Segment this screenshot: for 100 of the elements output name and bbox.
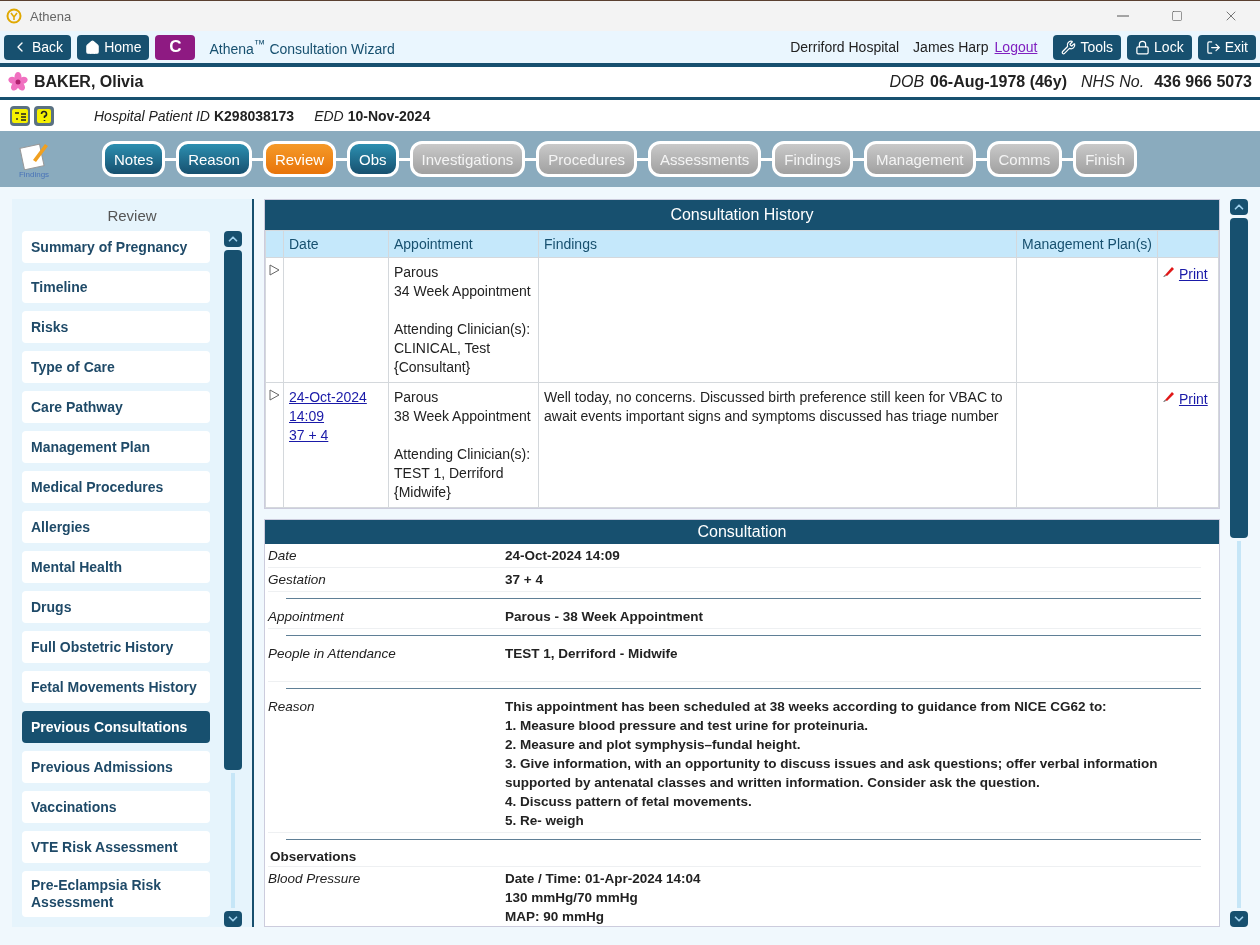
hospital-name: Derriford Hospital (790, 39, 900, 55)
date-link[interactable]: 37 + 4 (289, 427, 329, 443)
app-title: Athena$^{™}$ Consultation Wizard (209, 37, 396, 57)
column-header: Date (283, 230, 389, 258)
findings-text: Well today, no concerns. Discussed birth preference still keen for VBAC to await events important signs and symptoms discussed has triage number (544, 389, 1003, 424)
sidebar-item[interactable]: Risks (22, 311, 210, 343)
print-link[interactable]: Print (1178, 390, 1208, 409)
edd-label: EDD (314, 107, 344, 124)
window-title: Athena (30, 8, 73, 24)
sidebar-item[interactable]: Timeline (22, 271, 210, 303)
wizard-step[interactable]: Notes (102, 141, 166, 177)
expand-icon[interactable] (269, 389, 280, 401)
nhs-value: 436 966 5073 (1154, 73, 1252, 91)
field-value: Parous - 38 Week Appointment (505, 608, 705, 626)
section-heading: Observations (268, 846, 1201, 867)
pencil-icon (1162, 390, 1175, 402)
sidebar-item[interactable]: Drugs (22, 591, 210, 623)
patient-name: BAKER, Olivia (34, 73, 145, 91)
clinician-text: TEST 1, Derriford (394, 464, 505, 483)
clinician-text: {Midwife} (394, 483, 452, 502)
help-list-icon[interactable] (10, 105, 30, 126)
back-button[interactable]: Back (4, 34, 72, 60)
clinician-text: Attending Clinician(s): (394, 320, 532, 339)
appointment-text: Parous (394, 388, 440, 407)
lock-icon (1135, 39, 1151, 55)
edd-value: 10-Nov-2024 (347, 107, 431, 124)
dob-value: 06-Aug-1978 (46y) (930, 73, 1067, 91)
field-value: 3. Give information, with an opportunity to discuss issues and ask questions; offer verbal information supported by antenatal classes and written information. Consider ask the question. (505, 755, 1159, 792)
hospital-id-label: Hospital Patient ID (94, 107, 210, 124)
field-value: TEST 1, Derriford - Midwife (505, 645, 679, 663)
help-icon[interactable] (34, 105, 54, 126)
clinician-text: CLINICAL, Test (394, 339, 492, 358)
column-header: Management Plan(s) (1016, 230, 1158, 258)
flower-icon (8, 72, 28, 92)
sidebar-item[interactable]: Allergies (22, 511, 210, 543)
sidebar-item[interactable]: Pre-Eclampsia Risk Assessment (22, 871, 210, 917)
date-link[interactable]: 24-Oct-2024 (289, 389, 367, 405)
minimize-icon (1117, 15, 1129, 17)
field-label: Appointment (268, 608, 345, 626)
column-header: Appointment (388, 230, 539, 258)
column-header: Findings (538, 230, 1017, 258)
nhs-label: NHS No. (1081, 73, 1145, 91)
scrollbar-thumb[interactable] (1230, 218, 1248, 538)
field-label: Blood Pressure (268, 870, 362, 888)
c-button[interactable]: C (155, 34, 196, 60)
expand-icon[interactable] (269, 264, 280, 276)
sidebar-item[interactable]: VTE Risk Assessment (22, 831, 210, 863)
sidebar-item[interactable]: Vaccinations (22, 791, 210, 823)
sidebar-item[interactable]: Type of Care (22, 351, 210, 383)
field-value: This appointment has been scheduled at 38 weeks according to guidance from NICE CG62 to: (505, 698, 1108, 716)
field-label: Reason (268, 698, 316, 716)
scroll-up-button[interactable] (1230, 199, 1248, 215)
field-value: 5. Re- weigh (505, 812, 585, 830)
field-value: 1. Measure blood pressure and test urine for proteinuria. (505, 717, 870, 735)
tools-icon (1061, 39, 1077, 55)
exit-icon (1205, 39, 1221, 55)
home-button[interactable]: Home (77, 34, 150, 60)
field-value: 130 mmHg/70 mmHg (505, 889, 639, 907)
appointment-text: 34 Week Appointment (394, 282, 532, 301)
sidebar-item[interactable]: Previous Admissions (22, 751, 210, 783)
maximize-icon (1171, 10, 1183, 22)
wizard-step[interactable]: Reason (176, 141, 252, 177)
wizard-step[interactable]: Obs (347, 141, 399, 177)
sidebar-item[interactable]: Summary of Pregnancy (22, 231, 210, 263)
field-value: MAP: 90 mmHg (505, 908, 605, 926)
lock-button[interactable]: Lock (1127, 34, 1192, 60)
field-value: Date / Time: 01-Apr-2024 14:04 (505, 870, 702, 888)
field-value: 37 + 4 (505, 571, 544, 589)
field-label: Gestation (268, 571, 327, 589)
sidebar-item[interactable]: Mental Health (22, 551, 210, 583)
clinician-text: Attending Clinician(s): (394, 445, 532, 464)
scroll-up-button[interactable] (224, 231, 242, 247)
field-label: Date (268, 547, 298, 565)
sidebar-item[interactable]: Previous Consultations (22, 711, 210, 743)
scrollbar-thumb[interactable] (224, 250, 242, 770)
exit-button[interactable]: Exit (1197, 34, 1256, 60)
pencil-icon (1162, 265, 1175, 277)
field-value: 2. Measure and plot symphysis–fundal height. (505, 736, 802, 754)
sidebar-item[interactable]: Full Obstetric History (22, 631, 210, 663)
app-logo-icon (6, 8, 22, 24)
date-link[interactable]: 14:09 (289, 408, 325, 424)
clinician-text: {Consultant} (394, 358, 472, 377)
field-value: 4. Discuss pattern of fetal movements. (505, 793, 753, 811)
field-label: People in Attendance (268, 645, 397, 663)
dob-label: DOB (889, 73, 925, 91)
field-value: 24-Oct-2024 14:09 (505, 547, 621, 565)
sidebar-item[interactable]: Fetal Movements History (22, 671, 210, 703)
logout-link[interactable]: Logout (994, 39, 1038, 55)
hospital-id-value: K298038173 (213, 107, 295, 124)
sidebar-title: Review (106, 207, 158, 226)
appointment-text: 38 Week Appointment (394, 407, 532, 426)
sidebar-item[interactable]: Management Plan (22, 431, 210, 463)
appointment-text: Parous (394, 263, 440, 282)
print-link[interactable]: Print (1178, 265, 1208, 284)
sidebar-item[interactable]: Medical Procedures (22, 471, 210, 503)
tools-button[interactable]: Tools (1053, 34, 1122, 60)
sidebar-item[interactable]: Care Pathway (22, 391, 210, 423)
home-icon (85, 39, 101, 55)
scroll-down-button[interactable] (1230, 911, 1248, 927)
scroll-down-button[interactable] (224, 911, 242, 927)
